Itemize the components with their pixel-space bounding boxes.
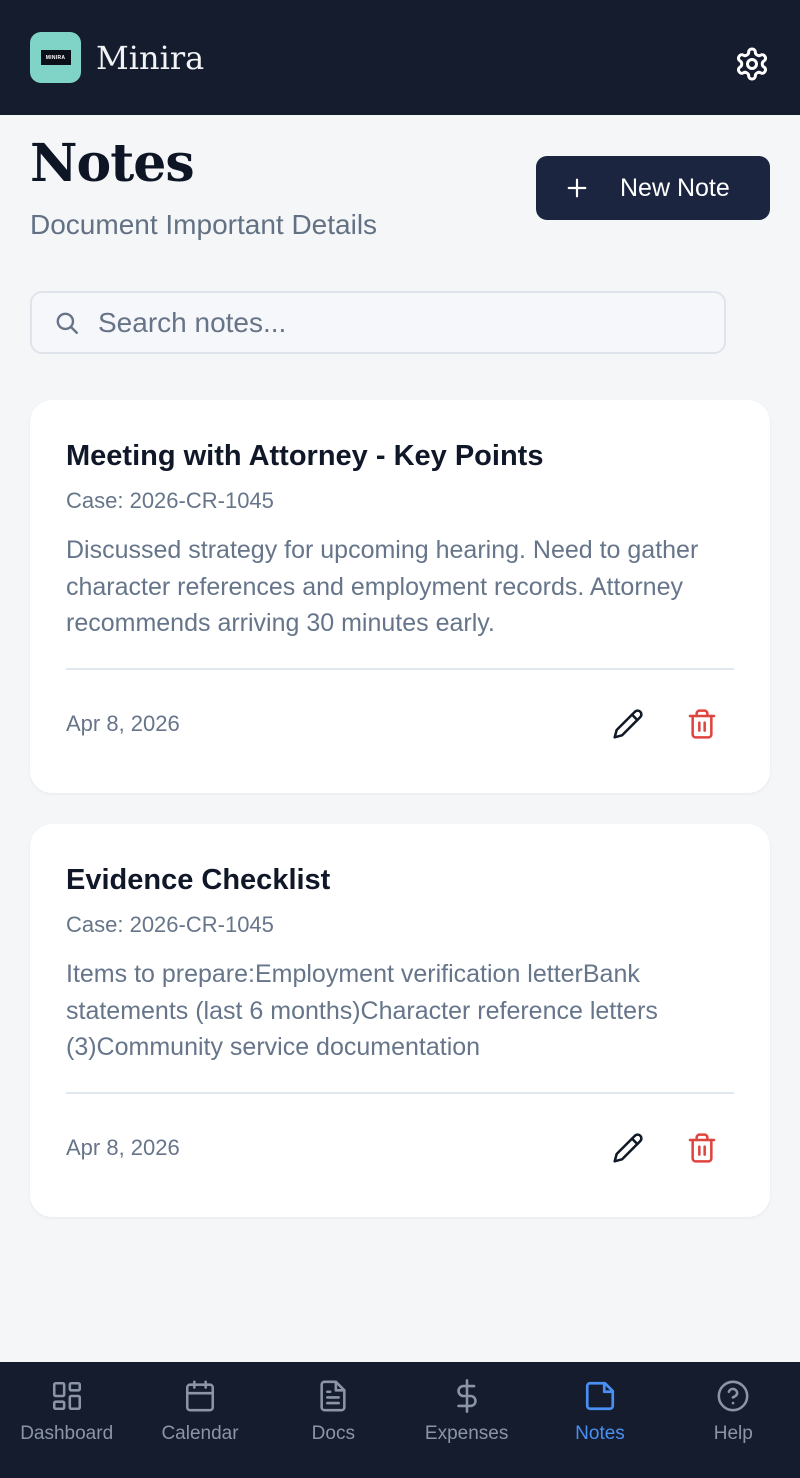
note-title: Evidence Checklist [66, 864, 331, 896]
pencil-icon [613, 709, 643, 739]
plus-icon [567, 178, 587, 198]
dollar-icon [456, 1379, 477, 1413]
page-title: Notes [30, 133, 195, 194]
search-box[interactable] [30, 291, 726, 354]
note-date: Apr 8, 2026 [66, 1135, 180, 1160]
nav-label: Expenses [424, 1423, 509, 1444]
search-input[interactable] [98, 306, 658, 339]
new-note-label: New Note [620, 173, 730, 202]
settings-button[interactable] [734, 46, 770, 82]
divider [66, 1092, 734, 1094]
bottom-nav: Dashboard Calendar Docs Expenses Notes H… [0, 1362, 800, 1478]
note-card[interactable]: Evidence Checklist Case: 2026-CR-1045 It… [30, 824, 770, 1217]
nav-item-calendar[interactable]: Calendar [133, 1362, 266, 1478]
delete-note-button[interactable] [686, 708, 718, 740]
note-body: Discussed strategy for upcoming hearing.… [66, 536, 699, 637]
nav-item-expenses[interactable]: Expenses [400, 1362, 533, 1478]
nav-item-dashboard[interactable]: Dashboard [0, 1362, 133, 1478]
edit-note-button[interactable] [612, 1132, 644, 1164]
page-subtitle: Document Important Details [30, 209, 378, 240]
nav-label: Calendar [161, 1423, 239, 1444]
nav-item-docs[interactable]: Docs [267, 1362, 400, 1478]
nav-item-notes[interactable]: Notes [533, 1362, 666, 1478]
app-name: Minira [96, 38, 205, 77]
logo-text: MINIRA [40, 50, 71, 65]
note-icon [585, 1381, 615, 1411]
nav-label: Notes [575, 1423, 625, 1444]
nav-item-help[interactable]: Help [667, 1362, 800, 1478]
note-case-number: Case: 2026-CR-1045 [66, 912, 274, 937]
dashboard-icon [52, 1381, 81, 1411]
help-icon [717, 1380, 749, 1412]
app-header: MINIRA Minira [0, 0, 800, 115]
app-logo: MINIRA [30, 32, 81, 83]
edit-note-button[interactable] [612, 708, 644, 740]
document-icon [320, 1380, 346, 1412]
note-body: Items to prepare:Employment verification… [66, 960, 658, 1061]
calendar-icon [185, 1380, 215, 1412]
nav-label: Help [713, 1423, 753, 1444]
note-case-number: Case: 2026-CR-1045 [66, 488, 274, 513]
search-icon [56, 312, 78, 334]
new-note-button[interactable]: New Note [536, 156, 770, 220]
note-date: Apr 8, 2026 [66, 711, 180, 736]
gear-icon [737, 47, 767, 81]
nav-label: Docs [311, 1423, 355, 1444]
trash-icon [688, 709, 716, 739]
trash-icon [688, 1133, 716, 1163]
note-title: Meeting with Attorney - Key Points [66, 440, 544, 472]
note-card[interactable]: Meeting with Attorney - Key Points Case:… [30, 400, 770, 793]
divider [66, 668, 734, 670]
delete-note-button[interactable] [686, 1132, 718, 1164]
nav-label: Dashboard [20, 1423, 114, 1444]
pencil-icon [613, 1133, 643, 1163]
